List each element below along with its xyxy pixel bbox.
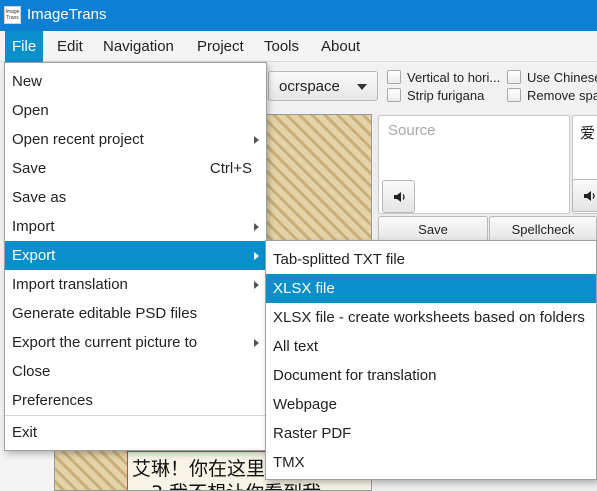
vertical-to-horizontal-checkbox[interactable] bbox=[387, 70, 401, 84]
vertical-to-horizontal-label: Vertical to hori... bbox=[407, 70, 501, 85]
menu-item-label: Export bbox=[12, 247, 56, 264]
export-document-for-translation[interactable]: Document for translation bbox=[266, 361, 596, 390]
menu-item-label: Exit bbox=[12, 424, 38, 441]
export-all-text[interactable]: All text bbox=[266, 332, 596, 361]
menu-item-import-translation[interactable]: Import translation bbox=[5, 270, 266, 299]
menu-item-save-as[interactable]: Save as bbox=[5, 183, 266, 212]
target-speak-button[interactable] bbox=[572, 179, 597, 212]
menu-navigation[interactable]: Navigation bbox=[96, 31, 181, 62]
menu-item-label: Save as bbox=[12, 189, 67, 206]
export-xlsx-worksheets-by-folder[interactable]: XLSX file - create worksheets based on f… bbox=[266, 303, 596, 332]
target-text: 爱 bbox=[580, 124, 596, 142]
remove-spaces-checkbox[interactable] bbox=[507, 88, 521, 102]
export-webpage[interactable]: Webpage bbox=[266, 390, 596, 419]
menu-about[interactable]: About bbox=[314, 31, 367, 62]
app-logo-icon: Image Trans bbox=[4, 6, 21, 24]
chevron-down-icon bbox=[357, 84, 367, 90]
menu-bar: File Edit Navigation Project Tools About bbox=[0, 31, 597, 62]
ocr-engine-select[interactable]: ocrspace bbox=[268, 71, 378, 101]
menu-item-label: Save bbox=[12, 160, 47, 177]
menu-item-label: Import bbox=[12, 218, 55, 235]
menu-item-open-recent-project[interactable]: Open recent project bbox=[5, 125, 266, 154]
menu-item-new[interactable]: New bbox=[5, 67, 266, 96]
export-tab-splitted-txt[interactable]: Tab-splitted TXT file bbox=[266, 245, 596, 274]
menu-project[interactable]: Project bbox=[190, 31, 251, 62]
menu-item-preferences[interactable]: Preferences bbox=[5, 386, 266, 415]
remove-spaces-label: Remove spa bbox=[527, 88, 597, 103]
title-bar: Image Trans ImageTrans bbox=[0, 0, 597, 31]
export-tmx[interactable]: TMX bbox=[266, 448, 596, 477]
use-chinese-checkbox[interactable] bbox=[507, 70, 521, 84]
menu-item-open[interactable]: Open bbox=[5, 96, 266, 125]
menu-item-label: New bbox=[12, 73, 43, 90]
submenu-arrow-icon bbox=[254, 252, 259, 260]
menu-item-label: Open recent project bbox=[12, 131, 144, 148]
submenu-arrow-icon bbox=[254, 281, 259, 289]
speaker-icon bbox=[584, 191, 595, 201]
shortcut-label: Ctrl+S bbox=[209, 160, 252, 177]
menu-item-close[interactable]: Close bbox=[5, 357, 266, 386]
source-placeholder: Source bbox=[388, 122, 436, 139]
menu-file[interactable]: File bbox=[5, 31, 44, 62]
source-text-area[interactable]: Source bbox=[378, 115, 570, 214]
speaker-icon bbox=[394, 192, 405, 202]
menu-item-label: Preferences bbox=[12, 392, 93, 409]
use-chinese-label: Use Chinese bbox=[527, 70, 597, 85]
submenu-arrow-icon bbox=[254, 223, 259, 231]
menu-item-export-current-picture[interactable]: Export the current picture to bbox=[5, 328, 266, 357]
menu-item-label: Generate editable PSD files bbox=[12, 305, 198, 322]
export-xlsx-file[interactable]: XLSX file bbox=[266, 274, 596, 303]
submenu-arrow-icon bbox=[254, 339, 259, 347]
text-region-line-1: 艾琳！你在这里 bbox=[132, 458, 266, 480]
menu-separator bbox=[5, 415, 266, 416]
ocr-engine-value: ocrspace bbox=[279, 78, 340, 95]
menu-item-exit[interactable]: Exit bbox=[5, 418, 266, 447]
window-title: ImageTrans bbox=[27, 6, 107, 23]
source-speak-button[interactable] bbox=[382, 180, 415, 213]
file-menu: New Open Open recent project Save Ctrl+S … bbox=[4, 62, 267, 451]
strip-furigana-checkbox[interactable] bbox=[387, 88, 401, 102]
menu-item-generate-psd[interactable]: Generate editable PSD files bbox=[5, 299, 266, 328]
menu-edit[interactable]: Edit bbox=[50, 31, 90, 62]
menu-item-save[interactable]: Save Ctrl+S bbox=[5, 154, 266, 183]
menu-tools[interactable]: Tools bbox=[257, 31, 306, 62]
menu-item-label: Import translation bbox=[12, 276, 128, 293]
menu-item-label: Close bbox=[12, 363, 51, 380]
export-raster-pdf[interactable]: Raster PDF bbox=[266, 419, 596, 448]
menu-item-label: Open bbox=[12, 102, 49, 119]
menu-item-export[interactable]: Export bbox=[5, 241, 266, 270]
menu-item-import[interactable]: Import bbox=[5, 212, 266, 241]
export-submenu: Tab-splitted TXT file XLSX file XLSX fil… bbox=[265, 240, 597, 480]
menu-item-label: Export the current picture to bbox=[12, 334, 198, 351]
submenu-arrow-icon bbox=[254, 136, 259, 144]
strip-furigana-label: Strip furigana bbox=[407, 88, 485, 103]
